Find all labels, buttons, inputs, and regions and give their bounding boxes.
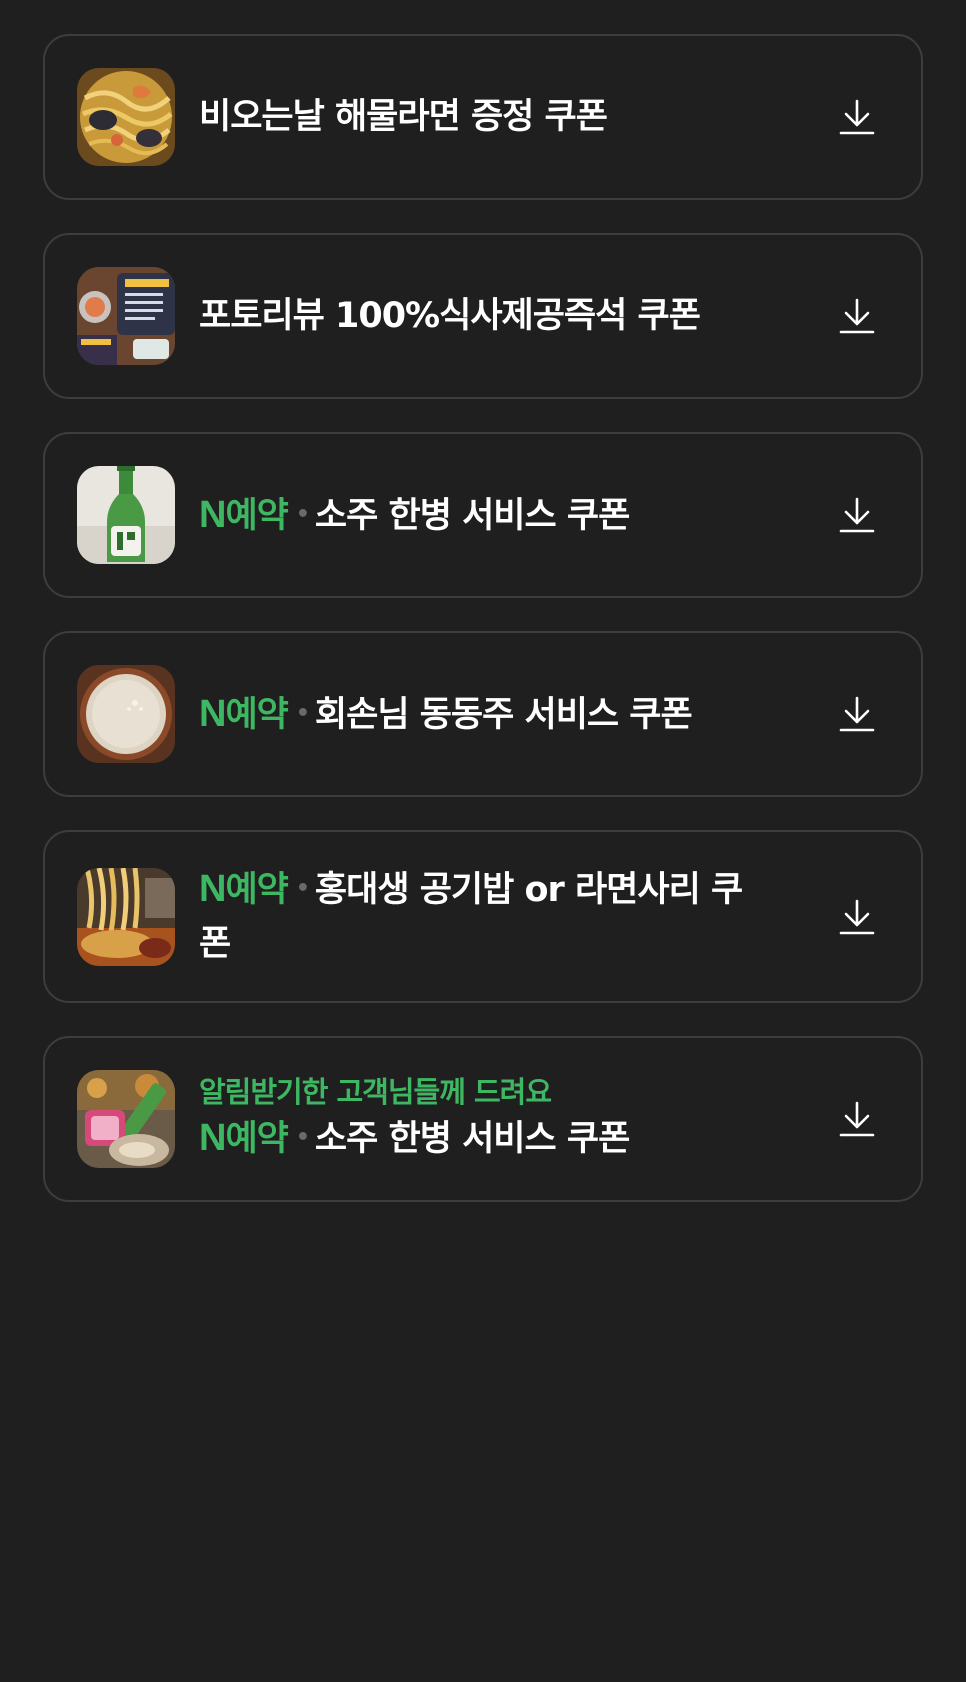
coupon-thumbnail-ramen-noodles [77,867,175,966]
separator-dot: • [295,700,310,726]
coupon-text: 비오는날 해물라면 증정 쿠폰 [199,90,807,144]
naver-reservation-badge: N예약 [199,1116,289,1159]
coupon-thumbnail-review-poster [77,267,175,365]
download-button[interactable] [837,96,877,138]
naver-n-logo: N [199,692,226,735]
coupon-title: 소주 한병 서비스 쿠폰 [314,495,630,536]
separator-dot: • [295,1124,310,1150]
coupon-card[interactable]: N예약 • 회손님 동동주 서비스 쿠폰 [43,631,923,797]
coupon-card[interactable]: 비오는날 해물라면 증정 쿠폰 [43,34,923,200]
coupon-thumbnail-seafood-ramen [77,68,175,166]
coupon-list: 비오는날 해물라면 증정 쿠폰 포토리뷰 100%식사제공즉석 쿠폰 N예약 •… [43,34,923,1235]
coupon-thumbnail-soju-food [77,1070,175,1168]
coupon-title: 포토리뷰 100%식사제공즉석 쿠폰 [199,296,701,336]
coupon-title-line1: 홍대생 공기밥 or 라면사리 쿠 [314,870,743,910]
download-icon [839,1101,875,1137]
badge-label-text: 예약 [225,1118,288,1159]
coupon-thumbnail-soju [77,466,175,564]
separator-dot: • [295,876,310,901]
naver-reservation-badge: N예약 [199,493,289,536]
download-icon [839,298,875,334]
badge-label-text: 예약 [225,870,288,910]
coupon-card[interactable]: N예약 • 홍대생 공기밥 or 라면사리 쿠 폰 [43,830,923,1003]
separator-dot: • [295,501,310,527]
naver-n-logo: N [199,493,226,536]
download-icon [839,497,875,533]
badge-label-text: 예약 [225,694,288,735]
download-icon [839,899,875,934]
coupon-subtitle: 알림받기한 고객님들께 드려요 [199,1074,552,1109]
coupon-card[interactable]: 포토리뷰 100%식사제공즉석 쿠폰 [43,233,923,399]
coupon-card[interactable]: 알림받기한 고객님들께 드려요 N예약 • 소주 한병 서비스 쿠폰 [43,1036,923,1202]
coupon-text: N예약 • 소주 한병 서비스 쿠폰 [199,488,807,543]
download-icon [839,99,875,135]
download-button[interactable] [837,693,877,735]
coupon-card[interactable]: N예약 • 소주 한병 서비스 쿠폰 [43,432,923,598]
coupon-title: 소주 한병 서비스 쿠폰 [314,1118,630,1159]
download-button[interactable] [837,1098,877,1140]
naver-reservation-badge: N예약 [199,868,289,910]
coupon-text: 포토리뷰 100%식사제공즉석 쿠폰 [199,289,807,343]
coupon-title-line2: 폰 [199,924,231,964]
download-button[interactable] [837,896,877,938]
naver-reservation-badge: N예약 [199,692,289,735]
download-button[interactable] [837,494,877,536]
badge-label-text: 예약 [225,495,288,536]
download-icon [839,696,875,732]
coupon-thumbnail-dongdongju [77,665,175,763]
coupon-text: N예약 • 홍대생 공기밥 or 라면사리 쿠 폰 [199,862,807,971]
download-button[interactable] [837,295,877,337]
naver-n-logo: N [199,1116,226,1159]
coupon-title: 비오는날 해물라면 증정 쿠폰 [199,97,608,137]
naver-n-logo: N [199,868,226,910]
coupon-text: 알림받기한 고객님들께 드려요 N예약 • 소주 한병 서비스 쿠폰 [199,1073,807,1166]
coupon-title: 회손님 동동주 서비스 쿠폰 [314,694,693,735]
coupon-text: N예약 • 회손님 동동주 서비스 쿠폰 [199,687,807,742]
